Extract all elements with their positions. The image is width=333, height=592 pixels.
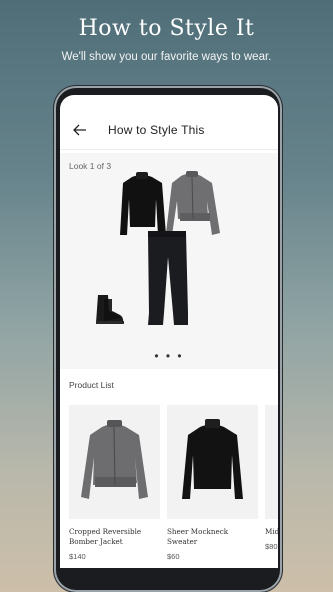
product-name[interactable]: Mid <box>265 527 278 537</box>
product-name[interactable]: Sheer Mockneck Sweater <box>167 527 258 547</box>
hero-subtitle: We'll show you our favorite ways to wear… <box>61 51 272 63</box>
product-card[interactable]: Sheer Mockneck Sweater $60 <box>167 405 258 561</box>
grey-jacket-thumbnail <box>81 420 148 499</box>
black-joggers-image <box>148 231 188 325</box>
black-sweater-thumbnail <box>182 419 243 499</box>
arrow-left-icon <box>73 124 86 136</box>
hero-title: How to Style It <box>78 16 255 41</box>
product-price: $140 <box>69 552 86 562</box>
product-image[interactable] <box>69 405 160 519</box>
product-price: $60 <box>167 552 180 562</box>
product-image[interactable] <box>167 405 258 519</box>
grey-jacket-image <box>166 171 220 235</box>
product-card[interactable]: Mid $80 <box>265 405 278 551</box>
carousel-pagination[interactable]: • • • <box>60 349 278 363</box>
product-name[interactable]: Cropped Reversible Bomber Jacket <box>69 527 160 547</box>
product-list-title: Product List <box>69 380 114 390</box>
product-card[interactable]: Cropped Reversible Bomber Jacket $140 <box>69 405 160 561</box>
black-boots-image <box>96 295 124 324</box>
page-title: How to Style This <box>108 123 205 137</box>
product-image[interactable] <box>265 405 278 519</box>
back-button[interactable] <box>64 114 96 146</box>
product-list: Cropped Reversible Bomber Jacket $140 Sh… <box>69 405 278 565</box>
look-carousel[interactable]: Look 1 of 3 • • • <box>60 153 278 369</box>
product-price: $80 <box>265 542 278 552</box>
app-screen: How to Style This Look 1 of 3 • • • Prod… <box>60 95 278 568</box>
black-sweater-image <box>120 172 166 235</box>
app-bar: How to Style This <box>60 111 278 150</box>
outfit-illustration <box>96 171 220 325</box>
